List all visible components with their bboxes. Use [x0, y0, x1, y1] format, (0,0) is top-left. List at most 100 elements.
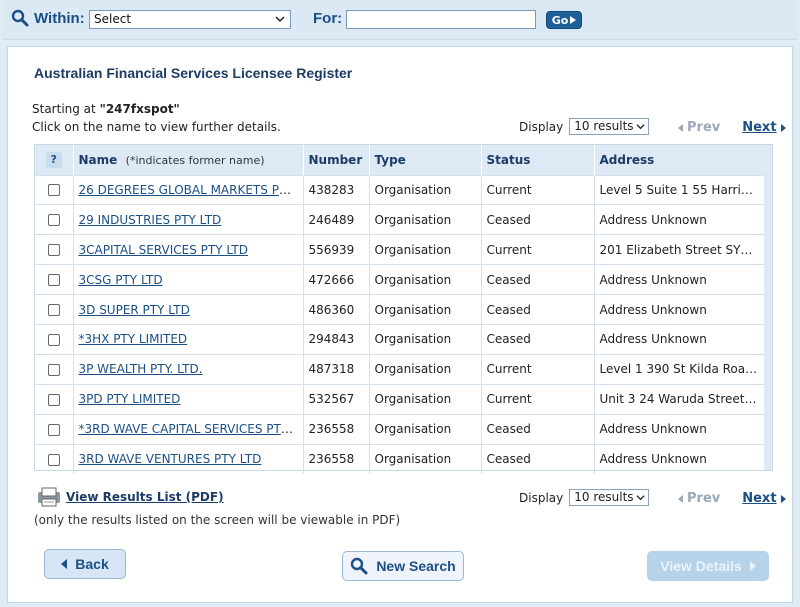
- name-cell: *3HX PTY LIMITED: [73, 323, 304, 355]
- status-cell: Current: [481, 383, 595, 415]
- next-label: Next: [742, 491, 777, 506]
- row-checkbox[interactable]: [47, 393, 60, 406]
- name-cell: 3P WEALTH PTY. LTD.: [73, 353, 304, 385]
- licensee-name-link[interactable]: *3RD WAVE CAPITAL SERVICES PTY L...: [79, 422, 303, 436]
- type-cell: Organisation: [369, 383, 482, 415]
- address-cell: Address Unknown: [594, 413, 764, 445]
- licensee-name-link[interactable]: 26 DEGREES GLOBAL MARKETS PTY L...: [79, 183, 303, 197]
- row-checkbox-cell: [35, 443, 74, 474]
- chevron-right-icon: [749, 561, 756, 571]
- search-input[interactable]: [346, 10, 536, 29]
- chevron-down-icon: [275, 16, 285, 23]
- name-cell: *3RD WAVE CAPITAL SERVICES PTY L...: [73, 413, 304, 445]
- chevron-right-icon: [780, 494, 786, 503]
- number-cell: 236558: [303, 443, 370, 474]
- prev-link: Prev: [678, 491, 720, 506]
- licensee-name-link[interactable]: 3P WEALTH PTY. LTD.: [79, 362, 203, 376]
- help-icon[interactable]: ?: [45, 151, 62, 168]
- row-checkbox[interactable]: [47, 184, 60, 197]
- number-cell: 486360: [303, 294, 370, 325]
- status-cell: Ceased: [481, 323, 595, 355]
- table-row: 3CSG PTY LTD 472666 Organisation Ceased Addr…: [35, 264, 764, 295]
- search-bar: Within: Select For: Go: [3, 0, 797, 40]
- number-cell: 556939: [303, 234, 370, 265]
- number-cell: 532567: [303, 383, 370, 415]
- chevron-left-icon: [61, 559, 68, 569]
- prev-link: Prev: [678, 120, 720, 135]
- licensee-name-link[interactable]: *3HX PTY LIMITED: [79, 332, 188, 346]
- type-cell: Organisation: [369, 204, 482, 235]
- licensee-name-link[interactable]: 3CSG PTY LTD: [79, 273, 163, 287]
- view-details-button-label: View Details: [660, 558, 742, 574]
- address-cell: Address Unknown: [594, 323, 764, 355]
- licensee-table: ? Name (*indicates former name) Number T…: [35, 145, 765, 474]
- row-checkbox[interactable]: [47, 333, 60, 346]
- status-cell: Ceased: [481, 204, 595, 235]
- type-cell: Organisation: [369, 234, 482, 265]
- type-cell: Organisation: [369, 323, 482, 355]
- row-checkbox[interactable]: [47, 363, 60, 376]
- status-cell: Ceased: [481, 264, 595, 295]
- row-checkbox[interactable]: [47, 214, 60, 227]
- results-per-page-select[interactable]: 10 results: [569, 118, 650, 135]
- go-button-label: Go: [551, 13, 569, 27]
- next-link[interactable]: Next: [742, 120, 786, 135]
- table-header-row: ? Name (*indicates former name) Number T…: [35, 145, 765, 175]
- row-checkbox-cell: [35, 383, 74, 415]
- name-column-header: Name (*indicates former name): [73, 145, 304, 175]
- view-details-button[interactable]: View Details: [647, 551, 769, 581]
- pager-bottom: Prev Next: [678, 491, 786, 506]
- address-cell: 201 Elizabeth Street SYDN...: [594, 234, 764, 265]
- licensee-name-link[interactable]: 3D SUPER PTY LTD: [79, 303, 190, 317]
- go-button[interactable]: Go: [546, 11, 582, 29]
- address-column-header: Address: [594, 145, 765, 175]
- row-checkbox[interactable]: [47, 423, 60, 436]
- licensee-name-link[interactable]: 29 INDUSTRIES PTY LTD: [79, 213, 222, 227]
- status-cell: Ceased: [481, 413, 595, 445]
- search-icon: [351, 557, 368, 575]
- type-cell: Organisation: [369, 174, 482, 205]
- name-cell: 3CAPITAL SERVICES PTY LTD: [73, 234, 304, 265]
- chevron-right-icon: [780, 123, 786, 132]
- within-select-value: Select: [94, 12, 132, 26]
- row-checkbox[interactable]: [47, 453, 60, 466]
- licensee-name-link[interactable]: 3RD WAVE VENTURES PTY LTD: [79, 452, 262, 466]
- row-checkbox[interactable]: [47, 244, 60, 257]
- display-control-bottom: Display 10 results: [519, 489, 650, 506]
- pdf-link-row: View Results List (PDF): [36, 487, 224, 507]
- licensee-name-link[interactable]: 3CAPITAL SERVICES PTY LTD: [79, 243, 248, 257]
- results-table: ? Name (*indicates former name) Number T…: [34, 144, 773, 474]
- starting-at: Starting at "247fxspot": [32, 102, 180, 116]
- licensee-name-link[interactable]: 3PD PTY LIMITED: [79, 392, 181, 406]
- status-cell: Current: [481, 234, 595, 265]
- type-column-header: Type: [369, 145, 482, 175]
- number-column-header: Number: [303, 145, 370, 175]
- name-cell: 26 DEGREES GLOBAL MARKETS PTY L...: [73, 174, 304, 205]
- within-select[interactable]: Select: [89, 10, 291, 29]
- next-link[interactable]: Next: [742, 491, 786, 506]
- display-control-top: Display 10 results: [519, 118, 650, 135]
- number-cell: 472666: [303, 264, 370, 295]
- row-checkbox-cell: [35, 323, 74, 355]
- back-button[interactable]: Back: [44, 549, 126, 579]
- arrow-right-icon: [570, 16, 577, 24]
- new-search-button[interactable]: New Search: [342, 551, 464, 581]
- name-cell: 3PD PTY LIMITED: [73, 383, 304, 415]
- address-cell: Level 1 390 St Kilda Road ...: [594, 353, 764, 385]
- chevron-down-icon: [636, 124, 645, 130]
- results-per-page-select[interactable]: 10 results: [569, 489, 650, 506]
- view-results-pdf-link[interactable]: View Results List (PDF): [66, 490, 224, 504]
- display-label: Display: [519, 119, 564, 134]
- row-checkbox[interactable]: [47, 304, 60, 316]
- table-row: *3RD WAVE CAPITAL SERVICES PTY L... 23655…: [35, 413, 764, 445]
- status-cell: Current: [481, 353, 595, 385]
- type-cell: Organisation: [369, 294, 482, 325]
- type-cell: Organisation: [369, 264, 482, 295]
- number-cell: 487318: [303, 353, 370, 385]
- row-checkbox-cell: [35, 353, 74, 385]
- row-checkbox[interactable]: [47, 274, 60, 287]
- address-cell: Address Unknown: [594, 294, 764, 325]
- starting-at-value: "247fxspot": [99, 102, 180, 116]
- address-cell: Address Unknown: [594, 264, 764, 295]
- table-row: 3P WEALTH PTY. LTD. 487318 Organisation Cur…: [35, 353, 764, 385]
